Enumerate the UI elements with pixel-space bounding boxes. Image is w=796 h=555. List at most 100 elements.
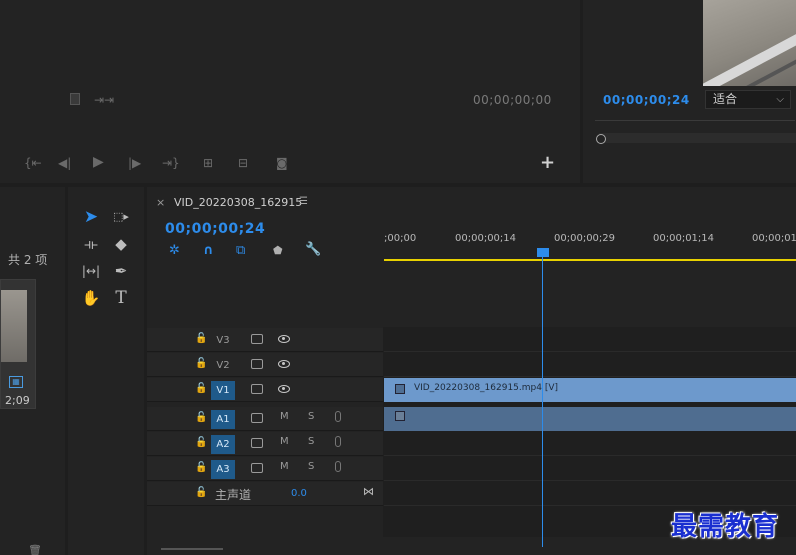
track-label[interactable]: A2 — [211, 435, 235, 454]
work-area-bar[interactable] — [384, 259, 796, 261]
program-scrollbar[interactable] — [599, 133, 796, 143]
project-item-count: ，共 2 项 — [0, 253, 48, 267]
track-lane-master[interactable] — [384, 482, 796, 506]
play-icon[interactable]: ▶ — [93, 155, 104, 169]
ruler-label: 00;00;01; — [752, 233, 796, 244]
track-lane-v3[interactable] — [384, 328, 796, 352]
go-to-out-icon[interactable]: ⇥} — [162, 156, 180, 170]
type-tool-icon[interactable]: T — [110, 287, 132, 309]
source-timecode: 00;00;00;00 — [473, 93, 552, 107]
fit-select-value: 适合 — [713, 92, 738, 106]
lock-icon[interactable]: 🔓 — [195, 437, 207, 448]
timeline-panel: × VID_20220308_162915 ☰ 00;00;00;24 ✲ ∩ … — [147, 187, 796, 555]
add-button[interactable]: + — [540, 154, 555, 172]
film-icon[interactable] — [251, 334, 263, 344]
lock-icon[interactable]: 🔓 — [195, 383, 207, 394]
film-icon[interactable] — [251, 463, 263, 473]
insert-icon[interactable]: ⊞ — [203, 156, 213, 170]
playhead-handle[interactable] — [537, 248, 549, 257]
film-icon[interactable] — [251, 384, 263, 394]
camera-icon[interactable]: ◙ — [276, 156, 288, 170]
program-playhead-knob[interactable] — [596, 134, 606, 144]
fx-icon — [395, 411, 405, 421]
track-lane-v2[interactable] — [384, 353, 796, 377]
add-marker-icon[interactable]: ⬟ — [273, 244, 283, 257]
mic-icon[interactable] — [335, 461, 341, 472]
eye-icon[interactable] — [278, 360, 290, 368]
lock-icon[interactable]: 🔓 — [195, 333, 207, 344]
track-label[interactable]: A1 — [211, 410, 235, 429]
solo-button[interactable]: S — [308, 411, 314, 422]
solo-button[interactable]: S — [308, 436, 314, 447]
project-clip-duration: 2;09 — [5, 394, 30, 407]
slip-tool-icon[interactable]: |↔| — [80, 260, 102, 282]
track-label[interactable]: V3 — [211, 331, 235, 350]
hand-tool-icon[interactable]: ✋ — [80, 287, 102, 309]
lock-icon[interactable]: 🔓 — [195, 462, 207, 473]
step-forward-icon[interactable]: |▶ — [128, 156, 141, 170]
master-volume-value[interactable]: 0.0 — [291, 488, 307, 499]
trash-icon[interactable]: 🗑 — [28, 544, 42, 555]
mic-icon[interactable] — [335, 411, 341, 422]
master-label: 主声道 — [215, 488, 252, 502]
linked-selection-icon[interactable]: ⧉ — [236, 243, 245, 258]
nest-toggle-icon[interactable]: ✲ — [169, 243, 180, 258]
watermark-logo: 最需教育 — [671, 512, 780, 542]
track-header-master: 🔓 主声道 0.0 ⋈ — [147, 482, 383, 506]
go-to-in-icon[interactable]: {⇤ — [24, 156, 42, 170]
program-monitor-panel: 00;00;00;24 适合 ⌵ — [583, 0, 796, 183]
playhead-line[interactable] — [542, 255, 543, 547]
video-clip[interactable]: VID_20220308_162915.mp4 [V] — [384, 378, 796, 402]
track-lane-a3[interactable] — [384, 457, 796, 481]
track-lane-a2[interactable] — [384, 432, 796, 456]
fx-icon — [395, 384, 405, 394]
mic-icon[interactable] — [335, 436, 341, 447]
marker-icon[interactable] — [70, 93, 80, 105]
time-ruler[interactable]: ;00;00 00;00;00;14 00;00;00;29 00;00;01;… — [384, 227, 796, 261]
selection-tool-icon[interactable]: ➤ — [80, 206, 102, 228]
snap-magnet-icon[interactable]: ∩ — [203, 243, 214, 258]
fit-select[interactable]: 适合 ⌵ — [705, 90, 791, 109]
program-ruler[interactable] — [595, 120, 795, 132]
lock-icon[interactable]: 🔓 — [195, 358, 207, 369]
audio-clip[interactable] — [384, 407, 796, 431]
step-back-icon[interactable]: ◀| — [58, 156, 71, 170]
track-label[interactable]: V1 — [211, 381, 235, 400]
ripple-edit-tool-icon[interactable]: ⟛ — [80, 233, 102, 255]
lock-icon[interactable]: 🔓 — [195, 412, 207, 423]
chevron-down-icon: ⌵ — [776, 94, 784, 105]
solo-button[interactable]: S — [308, 461, 314, 472]
eye-icon[interactable] — [278, 385, 290, 393]
track-header-v3: 🔓 V3 — [147, 328, 383, 352]
go-to-end-icon[interactable]: ⋈ — [363, 485, 374, 498]
film-icon[interactable] — [251, 438, 263, 448]
lock-icon[interactable]: 🔓 — [195, 487, 207, 498]
eye-icon[interactable] — [278, 335, 290, 343]
sequence-icon: ▦ — [9, 376, 23, 388]
track-header-a1: 🔓 A1 M S — [147, 407, 383, 431]
ruler-label: 00;00;00;14 — [455, 233, 517, 244]
program-timecode: 00;00;00;24 — [603, 93, 690, 107]
track-select-tool-icon[interactable]: ⬚▸ — [110, 206, 132, 228]
ruler-label: 00;00;01;14 — [653, 233, 715, 244]
timeline-timecode[interactable]: 00;00;00;24 — [165, 221, 265, 237]
film-icon[interactable] — [251, 359, 263, 369]
track-header-a2: 🔓 A2 M S — [147, 432, 383, 456]
overwrite-icon[interactable]: ⊟ — [238, 156, 248, 170]
project-clip-thumbnail[interactable]: ▦ 2;09 — [0, 279, 36, 409]
close-tab-icon[interactable]: × — [156, 196, 165, 209]
mute-button[interactable]: M — [280, 411, 289, 422]
project-panel: ，共 2 项 ▦ 2;09 🗑 — [0, 187, 65, 555]
mute-button[interactable]: M — [280, 461, 289, 472]
sequence-tab[interactable]: VID_20220308_162915 — [174, 196, 302, 209]
pen-tool-icon[interactable]: ✒ — [110, 260, 132, 282]
panel-menu-icon[interactable]: ☰ — [299, 196, 308, 207]
film-icon[interactable] — [251, 413, 263, 423]
timeline-zoom-scrollbar[interactable] — [161, 548, 223, 554]
track-label[interactable]: V2 — [211, 356, 235, 375]
razor-tool-icon[interactable]: ◆ — [110, 233, 132, 255]
drop-marker-icon[interactable]: ⇥⇥ — [94, 93, 114, 107]
track-label[interactable]: A3 — [211, 460, 235, 479]
mute-button[interactable]: M — [280, 436, 289, 447]
wrench-icon[interactable]: 🔧 — [305, 242, 321, 257]
